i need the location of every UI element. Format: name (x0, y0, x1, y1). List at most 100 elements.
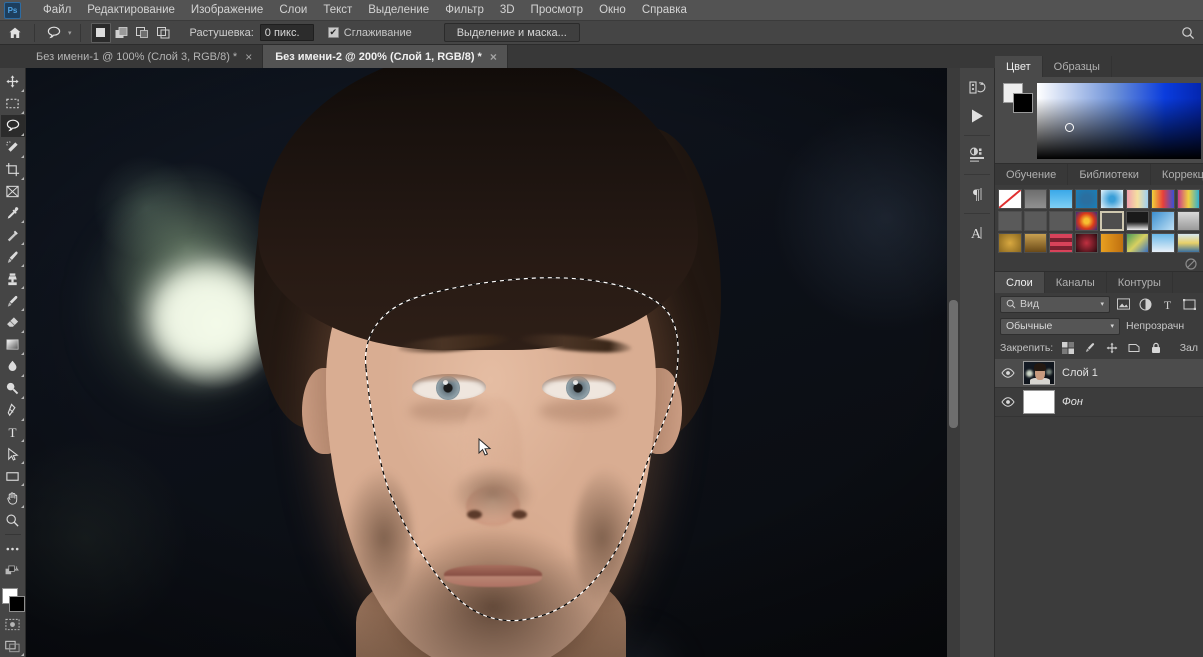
style-swatch[interactable] (1176, 189, 1200, 209)
style-swatch[interactable] (1049, 233, 1073, 253)
clone-stamp-tool[interactable] (1, 268, 25, 290)
menu-item-image[interactable]: Изображение (183, 0, 271, 20)
gradient-tool[interactable] (1, 334, 25, 356)
quick-mask-icon[interactable] (1, 613, 25, 635)
edit-toolbar-button[interactable] (1, 538, 25, 560)
tab-adjustments[interactable]: Коррекция (1150, 164, 1203, 185)
current-tool-preset[interactable]: ▾ (39, 23, 76, 42)
lock-transparency-icon[interactable] (1061, 341, 1075, 355)
menu-item-help[interactable]: Справка (634, 0, 695, 20)
style-swatch[interactable] (1100, 233, 1124, 253)
layer-visibility-icon[interactable] (1000, 368, 1016, 378)
history-panel-icon[interactable] (962, 74, 992, 102)
antialias-checkbox[interactable]: ✔ Сглаживание (327, 27, 412, 39)
brush-tool[interactable] (1, 246, 25, 268)
style-swatch[interactable] (1074, 189, 1098, 209)
layer-thumbnail[interactable] (1023, 390, 1055, 414)
style-swatch[interactable] (1074, 211, 1098, 231)
tab-channels[interactable]: Каналы (1044, 272, 1107, 293)
adjustments-panel-icon[interactable] (962, 141, 992, 169)
blur-tool[interactable] (1, 356, 25, 378)
style-swatch[interactable] (1151, 211, 1175, 231)
canvas-vertical-scrollbar[interactable] (947, 68, 960, 657)
add-to-selection-button[interactable] (111, 22, 132, 43)
filter-adjustment-icon[interactable] (1137, 296, 1154, 313)
tab-paths[interactable]: Контуры (1106, 272, 1173, 293)
style-swatch[interactable] (1151, 189, 1175, 209)
magic-wand-tool[interactable] (1, 137, 25, 159)
path-selection-tool[interactable] (1, 443, 25, 465)
layer-name[interactable]: Фон (1062, 396, 1083, 408)
style-swatch[interactable] (1151, 233, 1175, 253)
color-background-swatch[interactable] (1013, 93, 1033, 113)
color-swatches[interactable] (0, 586, 26, 613)
document-canvas[interactable] (26, 68, 960, 657)
style-swatch-none[interactable] (998, 189, 1022, 209)
feather-input[interactable] (259, 24, 314, 41)
style-swatch[interactable] (1074, 233, 1098, 253)
menu-item-layers[interactable]: Слои (271, 0, 315, 20)
crop-tool[interactable] (1, 159, 25, 181)
frame-tool[interactable] (1, 181, 25, 203)
style-swatch[interactable] (1023, 211, 1047, 231)
new-selection-button[interactable] (90, 22, 111, 43)
menu-item-selection[interactable]: Выделение (360, 0, 437, 20)
home-icon[interactable] (0, 26, 30, 40)
rectangle-tool[interactable] (1, 465, 25, 487)
dodge-tool[interactable] (1, 378, 25, 400)
filter-pixel-icon[interactable] (1115, 296, 1132, 313)
history-brush-tool[interactable] (1, 290, 25, 312)
close-icon[interactable]: × (245, 51, 252, 63)
healing-brush-tool[interactable] (1, 224, 25, 246)
style-swatch[interactable] (1125, 189, 1149, 209)
tab-layers[interactable]: Слои (995, 272, 1045, 293)
blend-mode-select[interactable]: Обычные ▾ (1000, 317, 1120, 335)
lock-position-icon[interactable] (1105, 341, 1119, 355)
document-tab-2[interactable]: Без имени-2 @ 200% (Слой 1, RGB/8) * × (263, 45, 508, 68)
layer-row-1[interactable]: Слой 1 (995, 359, 1203, 388)
layer-visibility-icon[interactable] (1000, 397, 1016, 407)
style-swatch[interactable] (1049, 189, 1073, 209)
tab-color[interactable]: Цвет (995, 56, 1043, 77)
hand-tool[interactable] (1, 487, 25, 509)
close-icon[interactable]: × (490, 51, 497, 63)
menu-item-view[interactable]: Просмотр (523, 0, 592, 20)
style-swatch[interactable] (1176, 233, 1200, 253)
filter-type-icon[interactable]: T (1159, 296, 1176, 313)
color-ramp[interactable] (1037, 83, 1201, 159)
character-panel-icon[interactable]: A (962, 219, 992, 247)
color-picker-swatches[interactable] (1003, 83, 1033, 113)
style-swatch[interactable] (998, 211, 1022, 231)
scrollbar-thumb[interactable] (949, 300, 958, 428)
style-swatch[interactable] (1125, 233, 1149, 253)
document-tab-1[interactable]: Без имени-1 @ 100% (Слой 3, RGB/8) * × (24, 45, 264, 68)
lock-all-icon[interactable] (1149, 341, 1163, 355)
style-swatch[interactable] (1176, 211, 1200, 231)
subtract-from-selection-button[interactable] (132, 22, 153, 43)
tab-swatches[interactable]: Образцы (1042, 56, 1112, 77)
intersect-selection-button[interactable] (153, 22, 174, 43)
style-swatch[interactable] (1100, 189, 1124, 209)
search-icon[interactable] (1179, 24, 1197, 42)
pen-tool[interactable] (1, 400, 25, 422)
style-swatch[interactable] (1125, 211, 1149, 231)
style-swatch[interactable] (1049, 211, 1073, 231)
layer-row-2[interactable]: Фон (995, 388, 1203, 417)
lock-image-icon[interactable] (1083, 341, 1097, 355)
rectangular-marquee-tool[interactable] (1, 93, 25, 115)
eraser-tool[interactable] (1, 312, 25, 334)
paragraph-panel-icon[interactable]: ¶ (962, 180, 992, 208)
menu-item-edit[interactable]: Редактирование (79, 0, 183, 20)
screen-mode-icon[interactable] (1, 635, 25, 657)
move-tool[interactable] (1, 71, 25, 93)
menu-item-text[interactable]: Текст (315, 0, 360, 20)
menu-item-filter[interactable]: Фильтр (437, 0, 492, 20)
filter-shape-icon[interactable] (1181, 296, 1198, 313)
menu-item-window[interactable]: Окно (591, 0, 634, 20)
style-swatch[interactable] (1100, 211, 1124, 231)
eyedropper-tool[interactable] (1, 202, 25, 224)
style-swatch[interactable] (998, 233, 1022, 253)
actions-play-icon[interactable] (962, 102, 992, 130)
layer-name[interactable]: Слой 1 (1062, 367, 1098, 379)
select-and-mask-button[interactable]: Выделение и маска... (443, 23, 580, 42)
